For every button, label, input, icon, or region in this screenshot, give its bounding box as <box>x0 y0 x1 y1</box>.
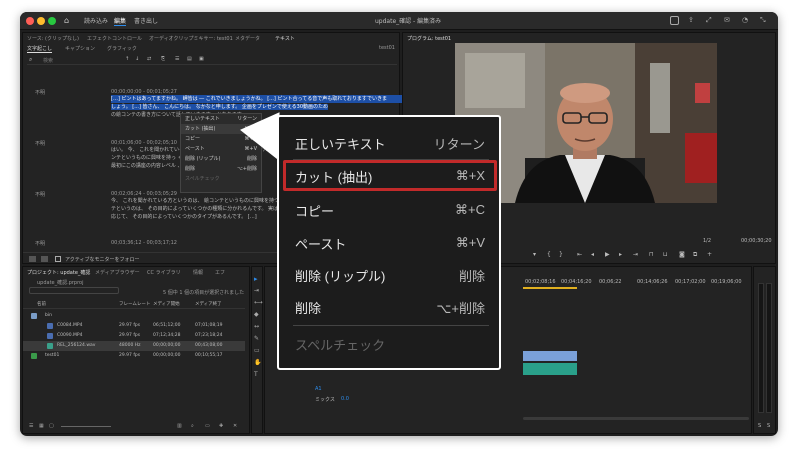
menu-item-paste[interactable]: ペースト ⌘+V <box>295 231 485 255</box>
menu-item-ripple-delete[interactable]: 削除 (リップル) 削除 <box>295 263 485 287</box>
menu-item-spellcheck: スペルチェック <box>295 337 386 353</box>
menu-separator <box>293 325 489 326</box>
context-menu: 正しいテキスト リターン カット (抽出) ⌘+X コピー ⌘+C ペースト ⌘+V 削… <box>277 115 501 370</box>
menu-item-delete[interactable]: 削除 ⌥+削除 <box>295 295 485 319</box>
menu-item-copy[interactable]: コピー ⌘+C <box>295 198 485 222</box>
menu-item-cut[interactable]: カット (抽出)⌘+X <box>295 164 485 188</box>
menu-item-correct-text[interactable]: 正しいテキスト リターン <box>295 131 485 155</box>
callout-wedge <box>240 112 280 162</box>
